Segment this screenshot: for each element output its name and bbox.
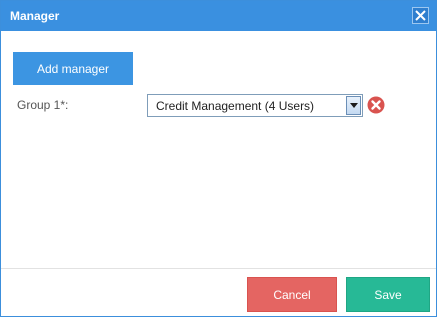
close-button[interactable]	[412, 7, 429, 24]
close-icon	[415, 10, 426, 21]
footer-divider	[1, 268, 436, 269]
add-manager-button[interactable]: Add manager	[13, 52, 133, 85]
dropdown-button[interactable]	[346, 96, 361, 115]
group-label: Group 1*:	[17, 98, 69, 112]
dialog-titlebar: Manager	[1, 1, 436, 31]
remove-circle-icon[interactable]	[367, 96, 385, 114]
dialog-title: Manager	[10, 9, 60, 23]
manager-dialog: Manager Add manager Group 1*: Credit Man…	[0, 0, 437, 317]
cancel-button[interactable]: Cancel	[247, 277, 337, 312]
group-select[interactable]: Credit Management (4 Users)	[147, 94, 363, 117]
chevron-down-icon	[350, 103, 358, 108]
save-button[interactable]: Save	[346, 277, 430, 312]
group-select-value: Credit Management (4 Users)	[156, 99, 315, 113]
